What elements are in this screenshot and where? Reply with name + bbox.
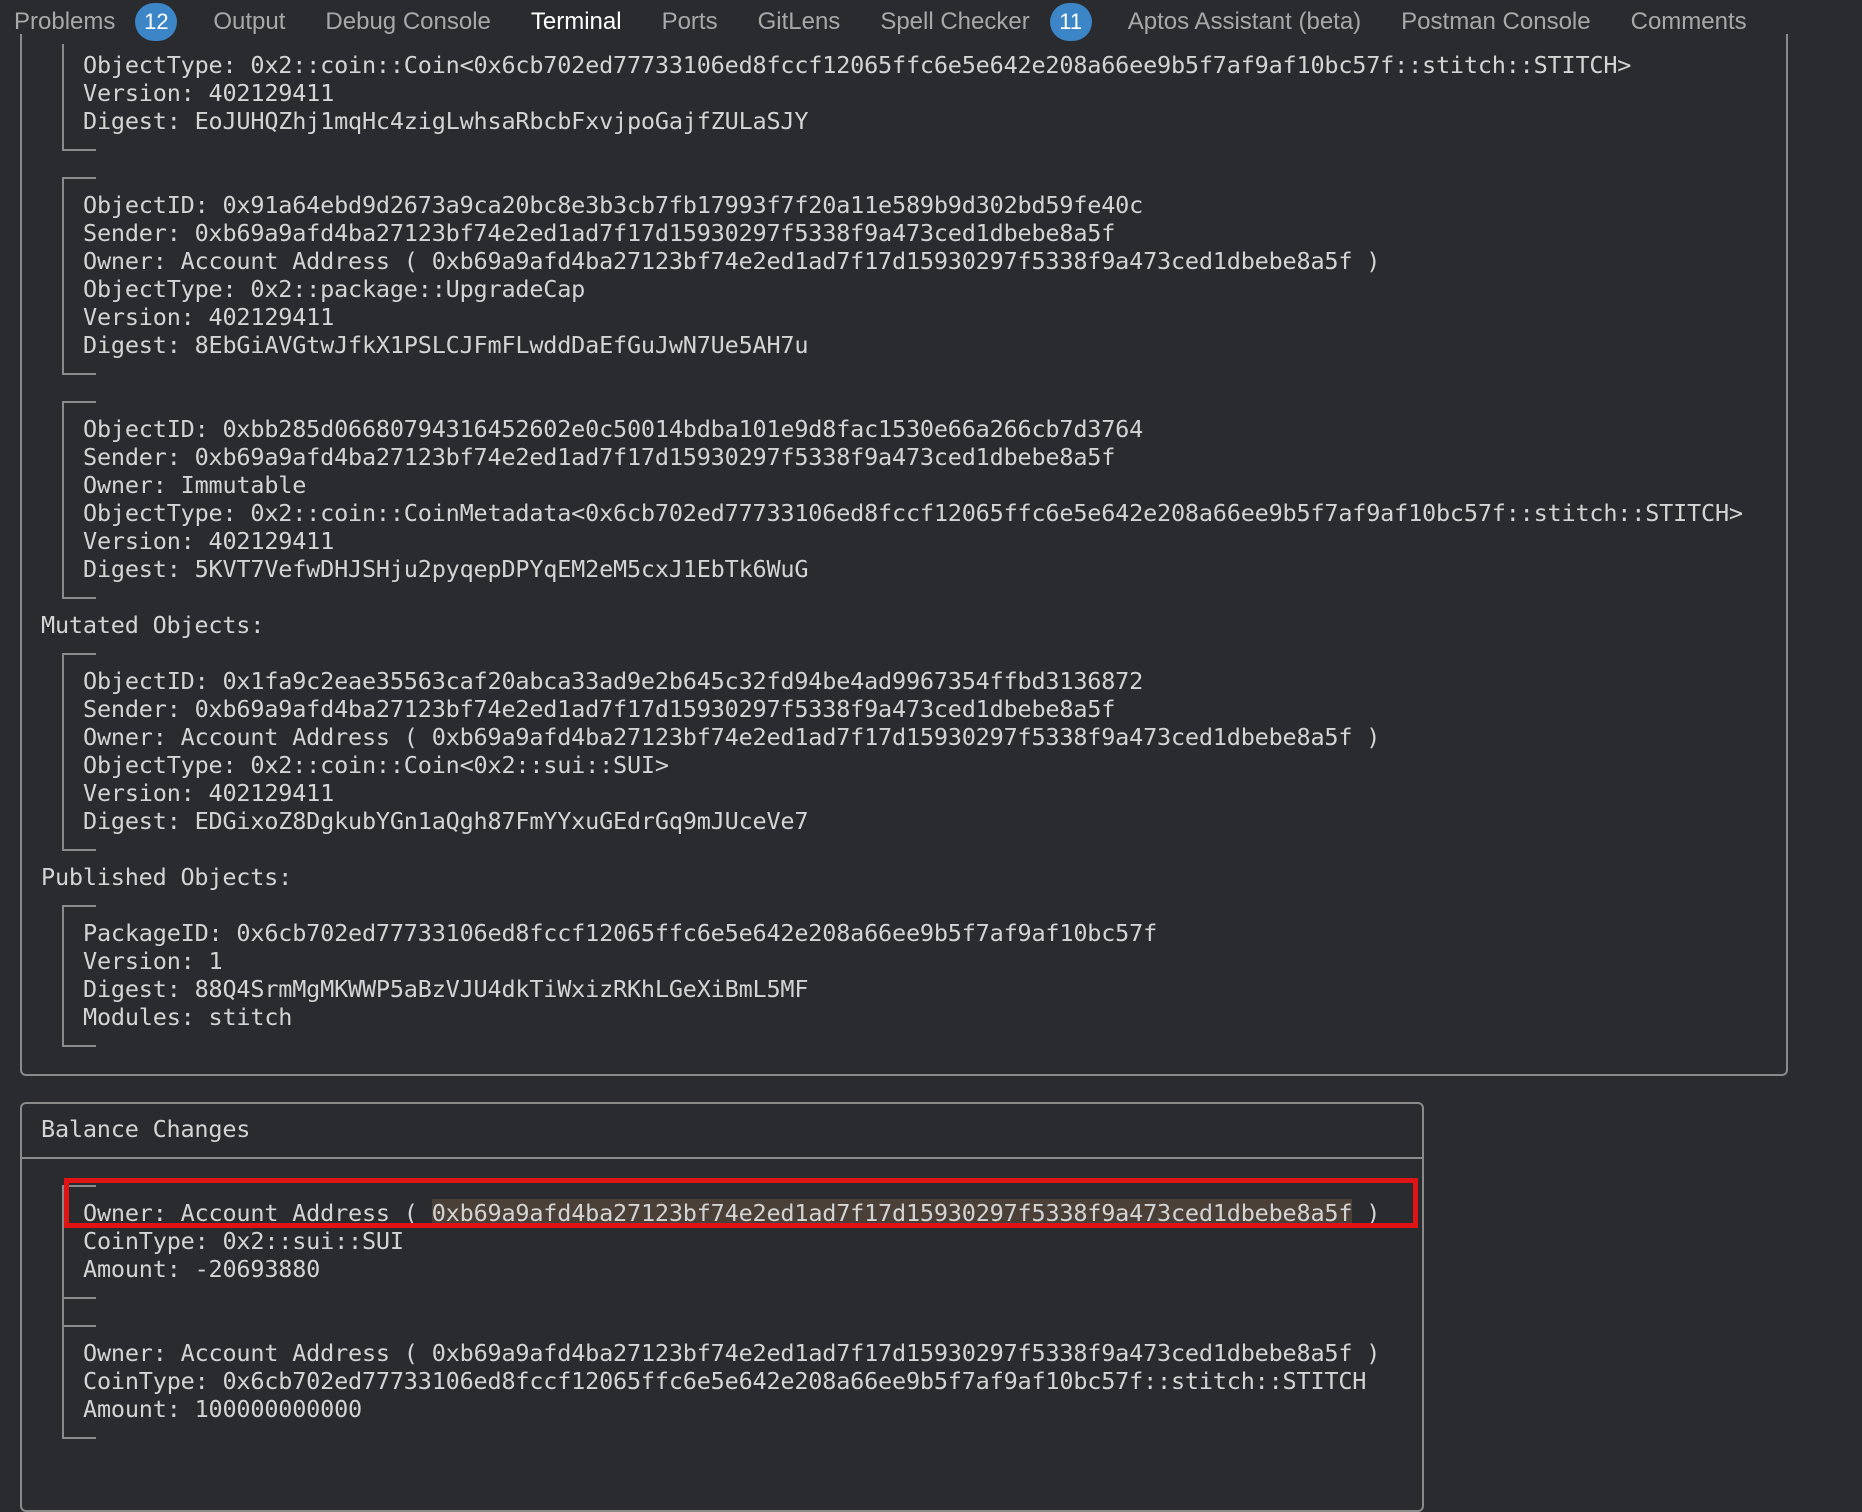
terminal-output[interactable]: ObjectType: 0x2::coin::Coin<0x6cb702ed77… [0,34,1862,1512]
balance-changes-panel [20,1102,1424,1512]
object-bracket [62,653,96,655]
object-line: Modules: stitch [83,1003,293,1031]
tab-label: Terminal [530,8,622,35]
published-objects-heading: Published Objects: [41,863,293,891]
owner-address: 0xb69a9afd4ba27123bf74e2ed1ad7f17d159302… [431,1339,1353,1367]
red-highlight-box [64,1178,1418,1228]
tab-label: Debug Console [325,8,491,35]
object-bracket [62,177,64,375]
object-bracket [62,401,64,599]
object-line: Digest: 8EbGiAVGtwJfkX1PSLCJFmFLwddDaEfG… [83,331,809,359]
object-bracket [62,373,96,375]
object-line: Digest: EDGixoZ8DgkubYGn1aQgh87FmYYxuGEd… [83,807,809,835]
tab-output[interactable]: Output [213,8,285,36]
tab-label: GitLens [757,8,841,35]
tab-debug-console[interactable]: Debug Console [325,8,490,36]
object-line: Sender: 0xb69a9afd4ba27123bf74e2ed1ad7f1… [83,219,1116,247]
balance-changes-title: Balance Changes [41,1115,251,1143]
object-line: Sender: 0xb69a9afd4ba27123bf74e2ed1ad7f1… [83,443,1116,471]
object-line: ObjectID: 0x1fa9c2eae35563caf20abca33ad9… [83,667,1144,695]
object-line: ObjectID: 0x91a64ebd9d2673a9ca20bc8e3b3c… [83,191,1144,219]
object-bracket [62,1325,64,1439]
object-bracket [62,44,64,150]
object-line: ObjectID: 0xbb285d06680794316452602e0c50… [83,415,1144,443]
tab-label: Output [213,8,286,35]
tab-label: Problems [14,8,116,35]
tab-ports[interactable]: Ports [662,8,718,36]
owner-prefix: Owner: Account Address ( [83,1339,432,1367]
balance-coin-type: CoinType: 0x6cb702ed77733106ed8fccf12065… [83,1367,1367,1395]
object-line: Version: 402129411 [83,527,335,555]
tab-label: Aptos Assistant (beta) [1127,8,1362,35]
tab-postman-console[interactable]: Postman Console [1401,8,1590,36]
balance-coin-type: CoinType: 0x2::sui::SUI [83,1227,404,1255]
object-bracket [62,1045,96,1047]
object-line: Version: 402129411 [83,79,335,107]
balance-amount: Amount: -20693880 [83,1255,321,1283]
object-line: Sender: 0xb69a9afd4ba27123bf74e2ed1ad7f1… [83,695,1116,723]
object-line: Owner: Immutable [83,471,307,499]
object-line: ObjectType: 0x2::coin::Coin<0x6cb702ed77… [83,51,1632,79]
tab-label: Comments [1630,8,1747,35]
object-line: Digest: 5KVT7VefwDHJSHju2pyqepDPYqEM2eM5… [83,555,809,583]
object-bracket [62,1325,96,1327]
object-line: ObjectType: 0x2::coin::CoinMetadata<0x6c… [83,499,1743,527]
object-line: PackageID: 0x6cb702ed77733106ed8fccf1206… [83,919,1158,947]
object-line: Owner: Account Address ( 0xb69a9afd4ba27… [83,247,1381,275]
object-line: Owner: Account Address ( 0xb69a9afd4ba27… [83,723,1381,751]
object-line: Version: 402129411 [83,779,335,807]
tab-label: Postman Console [1401,8,1591,35]
object-bracket [62,849,96,851]
object-line: Version: 402129411 [83,303,335,331]
panel-divider [22,1157,1422,1159]
object-bracket [62,149,96,151]
object-line: Version: 1 [83,947,223,975]
tab-comments[interactable]: Comments [1631,8,1747,36]
mutated-objects-heading: Mutated Objects: [41,611,265,639]
object-bracket [62,1437,96,1439]
object-line: ObjectType: 0x2::coin::Coin<0x2::sui::SU… [83,751,669,779]
object-bracket [62,653,64,851]
object-bracket [62,1297,96,1299]
object-line: Digest: 88Q4SrmMgMKWWP5aBzVJU4dkTiWxizRK… [83,975,809,1003]
object-bracket [62,401,96,403]
object-bracket [62,177,96,179]
object-line: Digest: EoJUHQZhj1mqHc4zigLwhsaRbcbFxvjp… [83,107,809,135]
object-bracket [62,905,96,907]
balance-amount: Amount: 100000000000 [83,1395,362,1423]
tab-terminal[interactable]: Terminal [531,8,622,36]
balance-owner-line: Owner: Account Address ( 0xb69a9afd4ba27… [83,1339,1380,1367]
object-bracket [62,905,64,1047]
tab-gitlens[interactable]: GitLens [758,8,841,36]
owner-suffix: ) [1352,1339,1381,1367]
object-bracket [62,597,96,599]
tab-aptos-assistant[interactable]: Aptos Assistant (beta) [1128,8,1361,36]
tab-label: Ports [661,8,718,35]
object-line: ObjectType: 0x2::package::UpgradeCap [83,275,586,303]
tab-label: Spell Checker [880,8,1030,35]
